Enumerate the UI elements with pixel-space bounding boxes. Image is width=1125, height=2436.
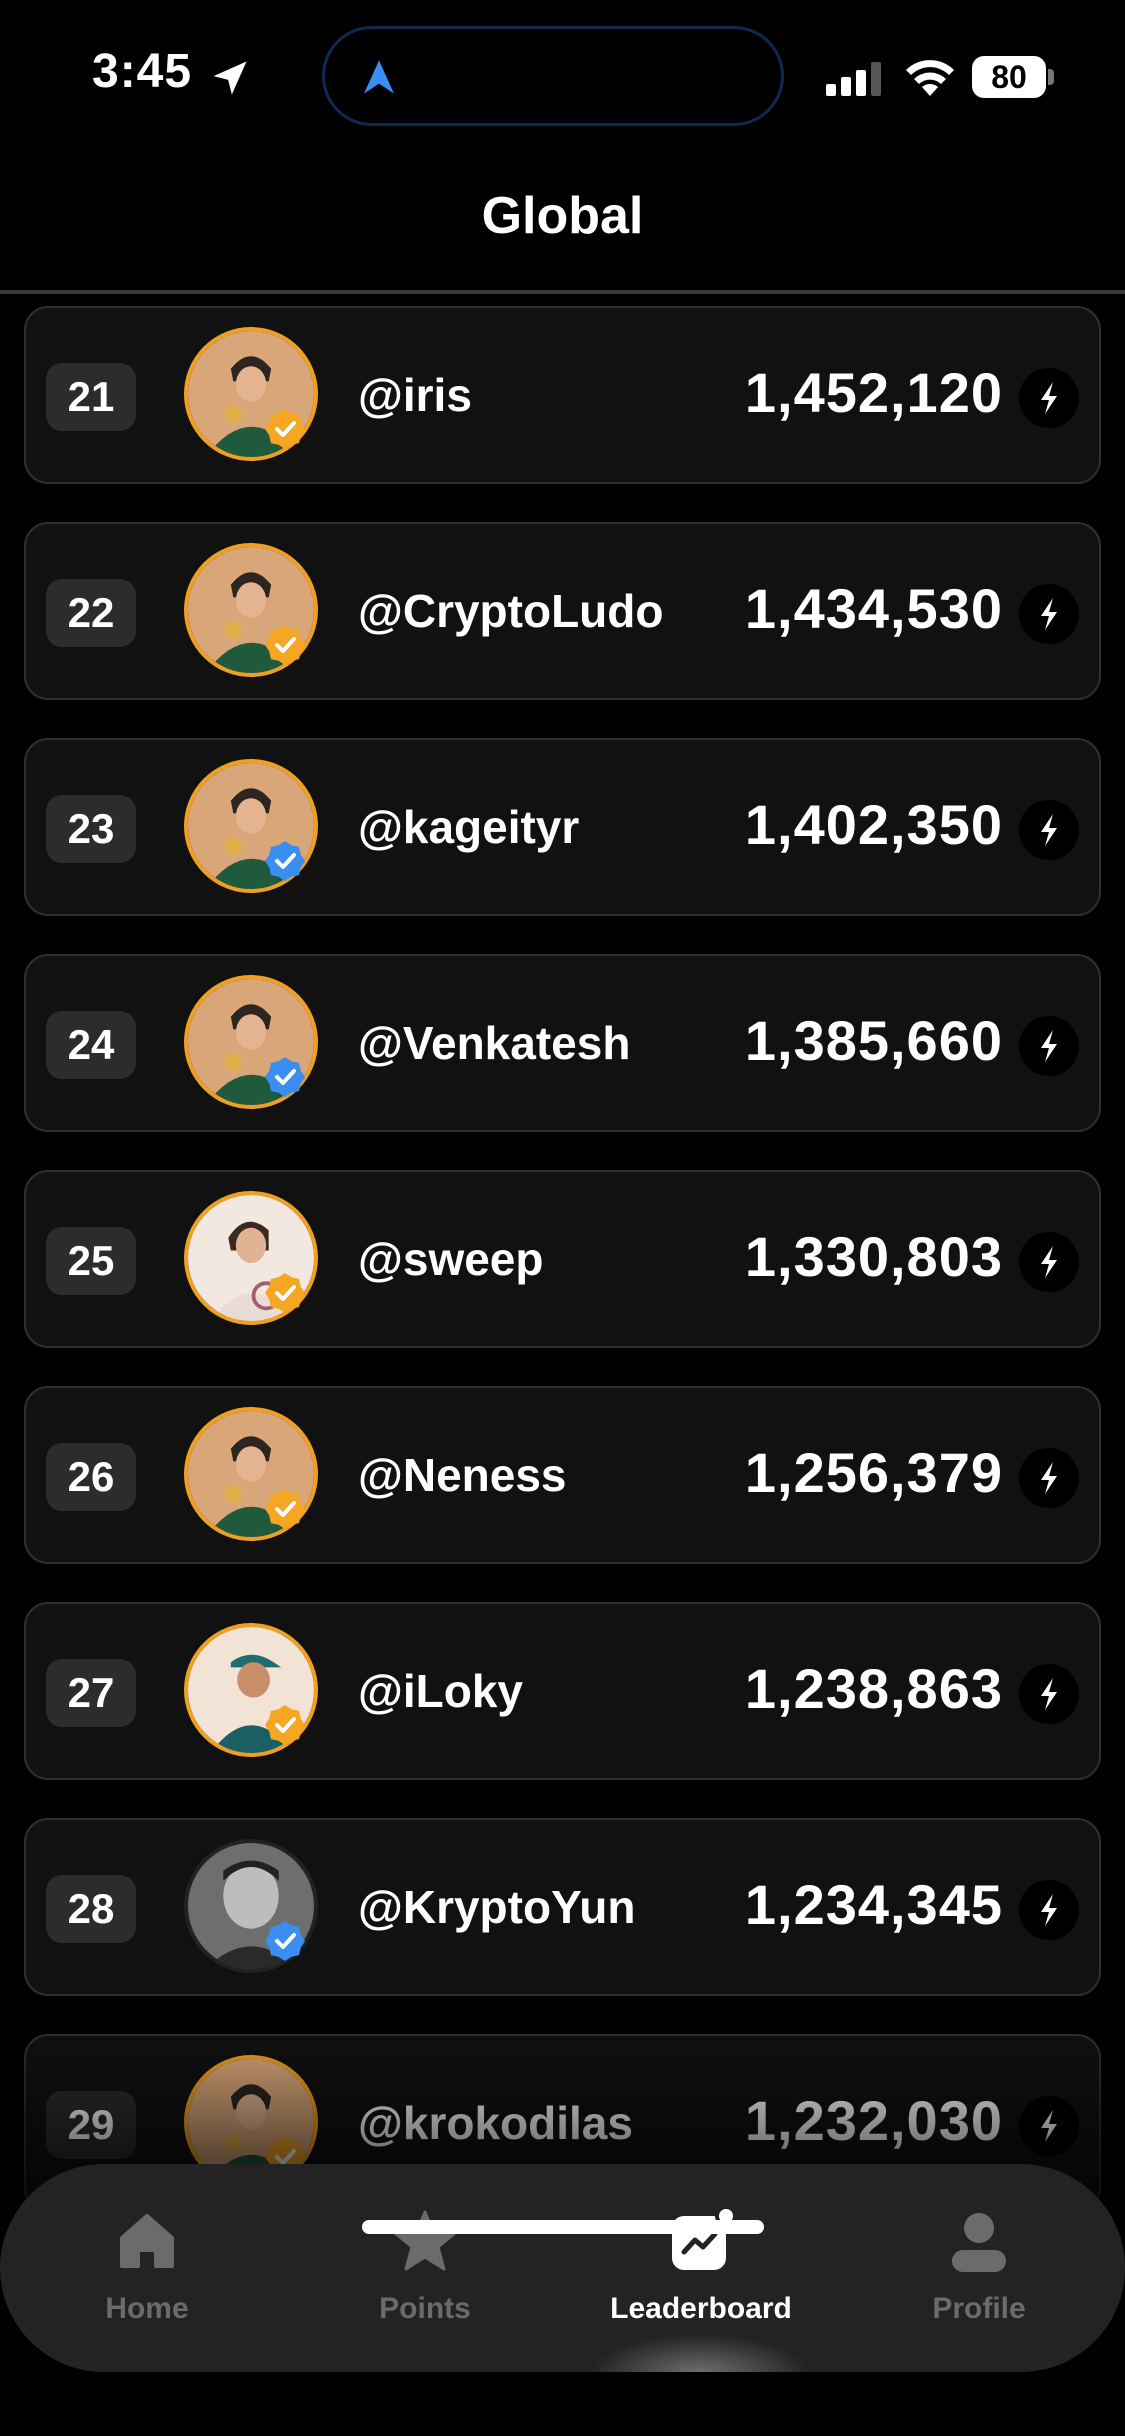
verified-badge-icon: [265, 1489, 305, 1529]
rank-badge: 26: [46, 1443, 136, 1511]
rank-badge: 28: [46, 1875, 136, 1943]
leaderboard-row[interactable]: 28 @KryptoYun 1,234,345: [24, 1818, 1101, 1996]
leaderboard-row[interactable]: 22 @CryptoLudo 1,434,530: [24, 522, 1101, 700]
verified-badge-icon: [265, 409, 305, 449]
tab-home[interactable]: Home: [12, 2164, 282, 2372]
leaderboard-row[interactable]: 25 @sweep 1,330,803: [24, 1170, 1101, 1348]
username[interactable]: @iris: [358, 368, 472, 422]
tab-profile[interactable]: Profile: [844, 2164, 1114, 2372]
points-score: 1,434,530: [744, 577, 1003, 640]
points-score: 1,256,379: [744, 1441, 1003, 1504]
rank-badge: 21: [46, 363, 136, 431]
rank-badge: 24: [46, 1011, 136, 1079]
profile-icon: [952, 2213, 1006, 2272]
lightning-bolt-icon: [1019, 1016, 1079, 1076]
leaderboard-list[interactable]: 21 @iris 1,452,120 22 @CryptoLudo 1,434,530 23…: [24, 306, 1101, 2250]
username[interactable]: @kageityr: [358, 800, 579, 854]
lightning-bolt-icon: [1019, 1448, 1079, 1508]
points-score: 1,234,345: [744, 1873, 1003, 1936]
username[interactable]: @CryptoLudo: [358, 584, 663, 638]
lightning-bolt-icon: [1019, 1880, 1079, 1940]
leaderboard-row[interactable]: 24 @Venkatesh 1,385,660: [24, 954, 1101, 1132]
username[interactable]: @Venkatesh: [358, 1016, 630, 1070]
page-title: Global: [481, 187, 644, 245]
points-score: 1,452,120: [744, 361, 1003, 424]
lightning-bolt-icon: [1019, 800, 1079, 860]
rank-badge: 25: [46, 1227, 136, 1295]
rank-badge: 22: [46, 579, 136, 647]
lightning-bolt-icon: [1019, 584, 1079, 644]
leaderboard-row[interactable]: 21 @iris 1,452,120: [24, 306, 1101, 484]
username[interactable]: @sweep: [358, 1232, 543, 1286]
location-arrow-icon: [213, 61, 247, 95]
points-score: 1,385,660: [744, 1009, 1003, 1072]
tab-profile-label: Profile: [932, 2292, 1026, 2325]
verified-badge-icon: [265, 625, 305, 665]
leaderboard-icon: [672, 2208, 734, 2270]
navigation-arrow-icon: [364, 60, 394, 94]
status-time: 3:45: [92, 45, 193, 98]
verified-badge-icon: [265, 1705, 305, 1745]
battery-indicator: 80: [972, 56, 1054, 98]
star-icon: [393, 2210, 457, 2271]
home-icon: [120, 2214, 174, 2268]
tab-points[interactable]: Points: [290, 2164, 560, 2372]
username[interactable]: @Neness: [358, 1448, 567, 1502]
tab-points-label: Points: [379, 2292, 471, 2325]
lightning-bolt-icon: [1019, 1664, 1079, 1724]
tab-leaderboard-label: Leaderboard: [610, 2292, 792, 2325]
points-score: 1,238,863: [744, 1657, 1003, 1720]
points-score: 1,330,803: [744, 1225, 1003, 1288]
battery-level: 80: [991, 59, 1027, 95]
home-indicator: [362, 2220, 764, 2234]
tab-bar: Home Points Leaderboard Profile: [0, 2164, 1125, 2372]
leaderboard-row[interactable]: 27 @iLoky 1,238,863: [24, 1602, 1101, 1780]
verified-badge-icon: [265, 1273, 305, 1313]
rank-badge: 23: [46, 795, 136, 863]
points-score: 1,402,350: [744, 793, 1003, 856]
leaderboard-row[interactable]: 26 @Neness 1,256,379: [24, 1386, 1101, 1564]
tab-home-label: Home: [105, 2292, 189, 2325]
username[interactable]: @KryptoYun: [358, 1880, 635, 1934]
cellular-signal-icon: [826, 62, 881, 96]
tab-leaderboard[interactable]: Leaderboard: [566, 2164, 836, 2372]
rank-badge: 27: [46, 1659, 136, 1727]
status-bar: 3:45 80: [0, 0, 1125, 150]
verified-badge-icon: [265, 1921, 305, 1961]
wifi-icon: [906, 60, 954, 96]
verified-badge-icon: [265, 841, 305, 881]
dynamic-island: [322, 26, 784, 126]
username[interactable]: @iLoky: [358, 1664, 523, 1718]
leaderboard-row[interactable]: 23 @kageityr 1,402,350: [24, 738, 1101, 916]
lightning-bolt-icon: [1019, 368, 1079, 428]
lightning-bolt-icon: [1019, 1232, 1079, 1292]
verified-badge-icon: [265, 1057, 305, 1097]
header-divider: [0, 290, 1125, 294]
